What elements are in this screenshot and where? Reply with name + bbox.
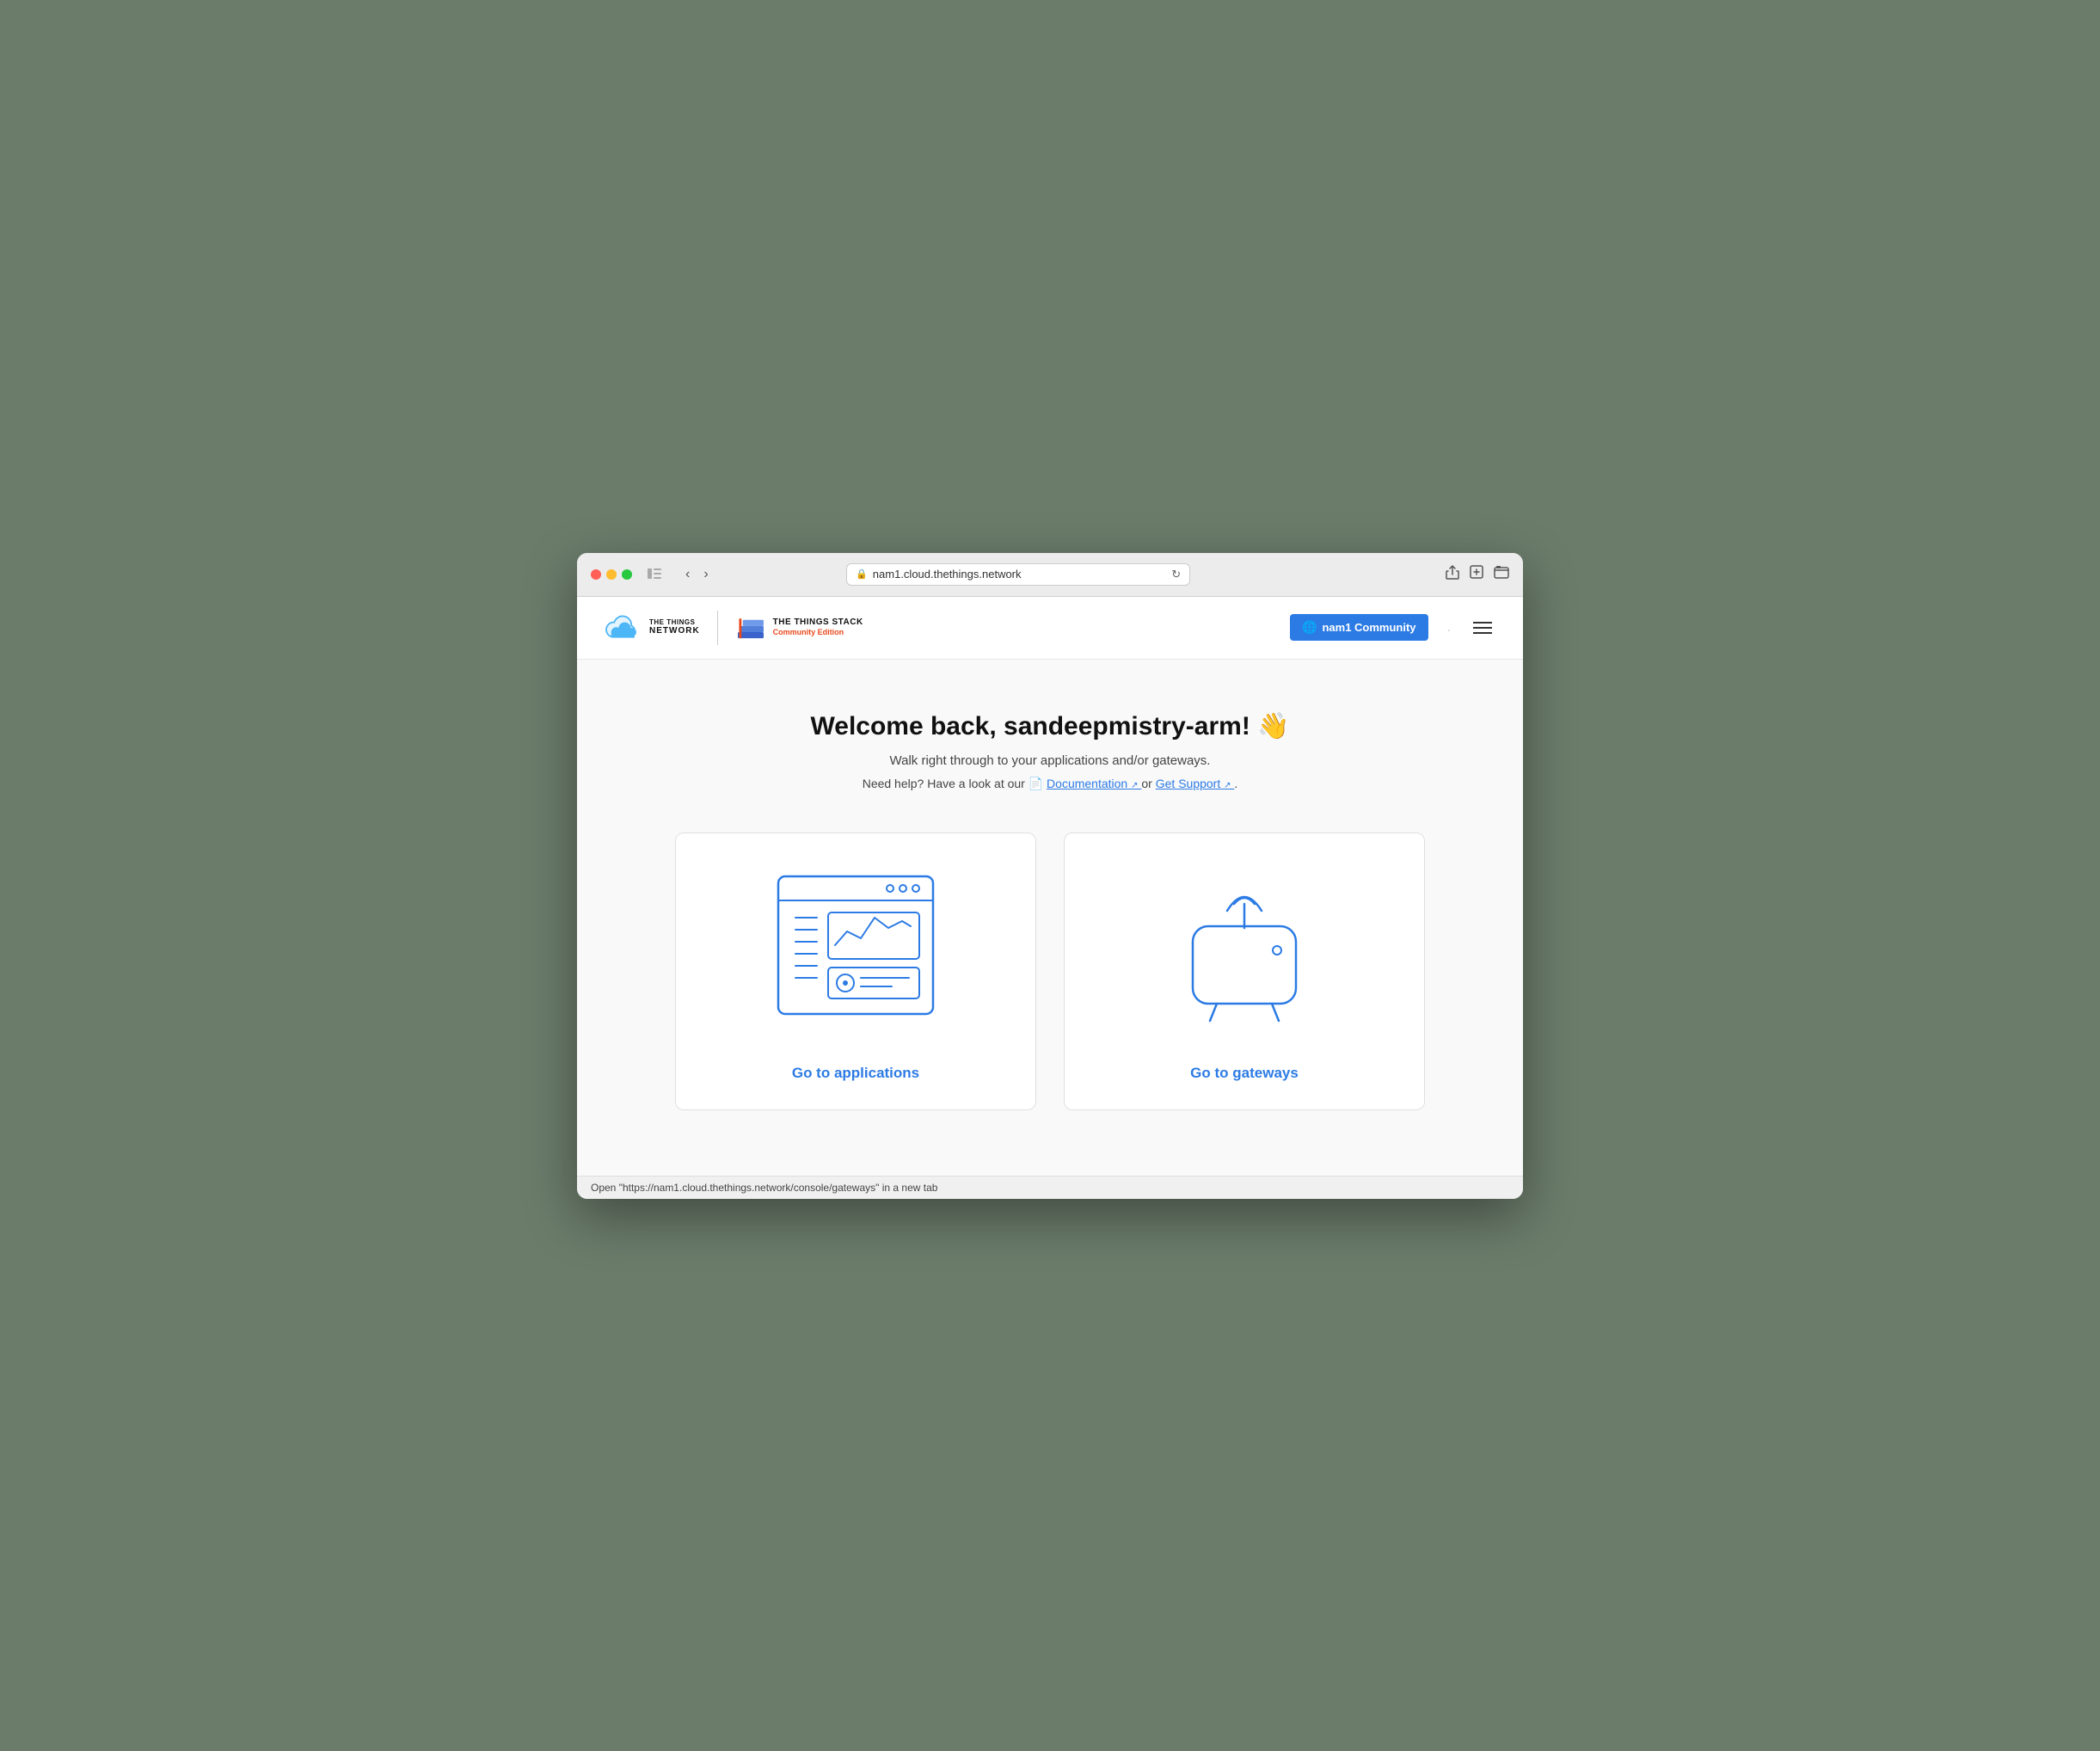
ttn-cloud-icon <box>605 615 642 641</box>
address-bar[interactable]: 🔒 nam1.cloud.thethings.network ↻ <box>846 563 1190 586</box>
dot-separator: . <box>1447 620 1451 636</box>
globe-icon: 🌐 <box>1302 620 1317 635</box>
browser-window: ‹ › 🔒 nam1.cloud.thethings.network ↻ <box>577 553 1523 1199</box>
sidebar-toggle-button[interactable] <box>642 566 666 583</box>
title-bar: ‹ › 🔒 nam1.cloud.thethings.network ↻ <box>577 553 1523 597</box>
minimize-button[interactable] <box>606 569 617 580</box>
reload-button[interactable]: ↻ <box>1171 568 1181 581</box>
cluster-label: nam1 Community <box>1322 621 1415 634</box>
docs-icon: 📄 <box>1029 777 1043 790</box>
hamburger-line-3 <box>1473 632 1492 634</box>
help-suffix: . <box>1234 777 1237 790</box>
applications-card-label: Go to applications <box>792 1065 919 1082</box>
external-link-icon-support: ↗ <box>1224 781 1231 790</box>
tts-logo[interactable]: THE THINGS STACK Community Edition <box>735 615 863 641</box>
status-bar: Open "https://nam1.cloud.thethings.netwo… <box>577 1176 1523 1199</box>
applications-card[interactable]: Go to applications <box>675 832 1036 1110</box>
hamburger-menu-button[interactable] <box>1470 618 1495 637</box>
help-prefix: Need help? Have a look at our <box>863 777 1025 790</box>
applications-illustration <box>752 868 959 1044</box>
welcome-title: Welcome back, sandeepmistry-arm! 👋 <box>611 711 1489 741</box>
lock-icon: 🔒 <box>856 568 868 580</box>
gateways-illustration <box>1141 868 1348 1044</box>
maximize-button[interactable] <box>622 569 632 580</box>
new-tab-button[interactable] <box>1470 565 1483 583</box>
cluster-button[interactable]: 🌐 nam1 Community <box>1290 614 1428 641</box>
forward-button[interactable]: › <box>698 565 713 584</box>
traffic-lights <box>591 569 632 580</box>
main-content: Welcome back, sandeepmistry-arm! 👋 Walk … <box>577 660 1523 1176</box>
help-or: or <box>1141 777 1151 790</box>
ttn-logo-text: THE THINGS NETWORK <box>649 619 700 636</box>
gateways-card[interactable]: Go to gateways <box>1064 832 1425 1110</box>
tabs-button[interactable] <box>1494 565 1509 583</box>
support-link[interactable]: Get Support ↗ <box>1156 777 1235 790</box>
help-text: Need help? Have a look at our 📄 Document… <box>611 777 1489 791</box>
external-link-icon-docs: ↗ <box>1131 781 1138 790</box>
toolbar-right <box>1446 564 1509 584</box>
welcome-section: Welcome back, sandeepmistry-arm! 👋 Walk … <box>611 711 1489 791</box>
tts-logo-text: THE THINGS STACK Community Edition <box>773 617 863 637</box>
nav-controls: ‹ › <box>680 565 714 584</box>
tts-stack-icon <box>735 615 766 641</box>
welcome-subtitle: Walk right through to your applications … <box>611 753 1489 768</box>
hamburger-line-1 <box>1473 622 1492 624</box>
documentation-link[interactable]: Documentation ↗ <box>1047 777 1141 790</box>
app-header: THE THINGS NETWORK THE THINGS STACK Comm… <box>577 597 1523 660</box>
close-button[interactable] <box>591 569 601 580</box>
cards-row: Go to applications <box>663 832 1437 1110</box>
url-text: nam1.cloud.thethings.network <box>873 568 1166 581</box>
status-bar-text: Open "https://nam1.cloud.thethings.netwo… <box>591 1182 937 1194</box>
back-button[interactable]: ‹ <box>680 565 695 584</box>
gateways-card-label: Go to gateways <box>1190 1065 1299 1082</box>
ttn-logo[interactable]: THE THINGS NETWORK <box>605 615 700 641</box>
logo-divider <box>717 611 718 645</box>
hamburger-line-2 <box>1473 627 1492 629</box>
share-button[interactable] <box>1446 564 1459 584</box>
